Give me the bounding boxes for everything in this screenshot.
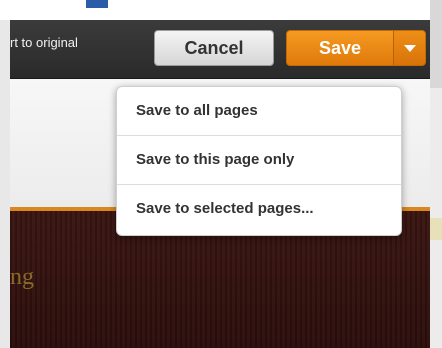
- left-gutter: [0, 20, 10, 348]
- save-split-button: Save: [286, 30, 426, 66]
- menu-item-save-selected-pages[interactable]: Save to selected pages...: [117, 185, 401, 234]
- save-options-menu: Save to all pages Save to this page only…: [116, 86, 402, 236]
- save-options-dropdown-button[interactable]: [394, 31, 425, 65]
- revert-to-original-link[interactable]: rt to original: [10, 35, 78, 50]
- cancel-button[interactable]: Cancel: [154, 30, 274, 66]
- save-button[interactable]: Save: [287, 31, 393, 65]
- editor-toolbar: rt to original Cancel Save: [10, 20, 430, 79]
- chevron-down-icon: [404, 45, 416, 52]
- menu-item-save-all-pages[interactable]: Save to all pages: [117, 87, 401, 136]
- browser-top-strip: [0, 0, 430, 20]
- page-heading-fragment: ng: [10, 264, 34, 290]
- menu-item-save-this-page[interactable]: Save to this page only: [117, 136, 401, 185]
- editor-screen: rt to original Cancel Save ng Save to al…: [0, 0, 442, 348]
- right-gutter-highlight: [430, 218, 442, 240]
- partial-icon: [86, 0, 108, 8]
